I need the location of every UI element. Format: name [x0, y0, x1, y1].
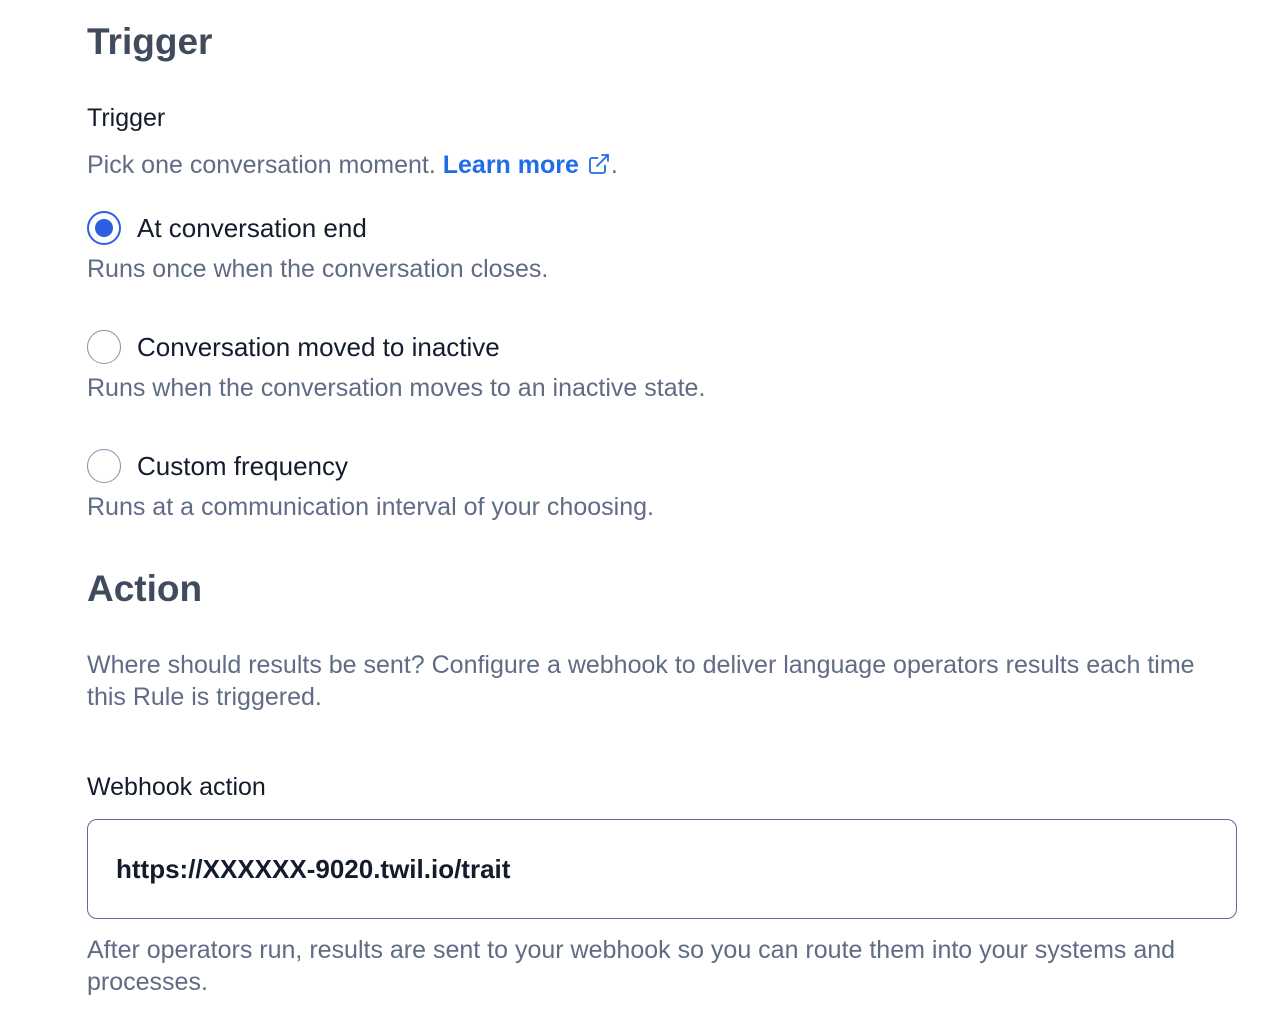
webhook-url-field-container[interactable] — [87, 819, 1237, 919]
option-description-conversation-moved-to-inactive: Runs when the conversation moves to an i… — [87, 374, 706, 402]
learn-more-link[interactable]: Learn more — [443, 151, 611, 179]
webhook-help-text: After operators run, results are sent to… — [87, 936, 1176, 996]
trigger-help-prefix: Pick one conversation moment. — [87, 151, 443, 179]
radio-label-custom-frequency[interactable]: Custom frequency — [137, 450, 348, 482]
trigger-section-heading: Trigger — [87, 21, 213, 62]
radio-button-conversation-moved-to-inactive[interactable] — [87, 330, 121, 364]
trigger-help-text: Pick one conversation moment. Learn more… — [87, 149, 618, 181]
radio-button-custom-frequency[interactable] — [87, 449, 121, 483]
action-description: Where should results be sent? Configure … — [87, 651, 1195, 711]
radio-button-at-conversation-end[interactable] — [87, 211, 121, 245]
trigger-help-suffix: . — [610, 151, 618, 179]
trigger-field-label: Trigger — [87, 104, 166, 132]
radio-option-custom-frequency[interactable]: Custom frequency — [87, 448, 348, 484]
action-section-heading: Action — [87, 568, 203, 609]
radio-option-conversation-moved-to-inactive[interactable]: Conversation moved to inactive — [87, 329, 500, 365]
radio-label-at-conversation-end[interactable]: At conversation end — [137, 212, 367, 244]
option-description-at-conversation-end: Runs once when the conversation closes. — [87, 255, 549, 283]
webhook-url-input[interactable] — [116, 853, 1208, 885]
radio-option-at-conversation-end[interactable]: At conversation end — [87, 210, 367, 246]
external-link-icon — [589, 154, 609, 174]
learn-more-label: Learn more — [442, 151, 579, 179]
option-description-custom-frequency: Runs at a communication interval of your… — [87, 493, 654, 521]
radio-label-conversation-moved-to-inactive[interactable]: Conversation moved to inactive — [137, 331, 500, 363]
webhook-action-label: Webhook action — [87, 773, 266, 801]
